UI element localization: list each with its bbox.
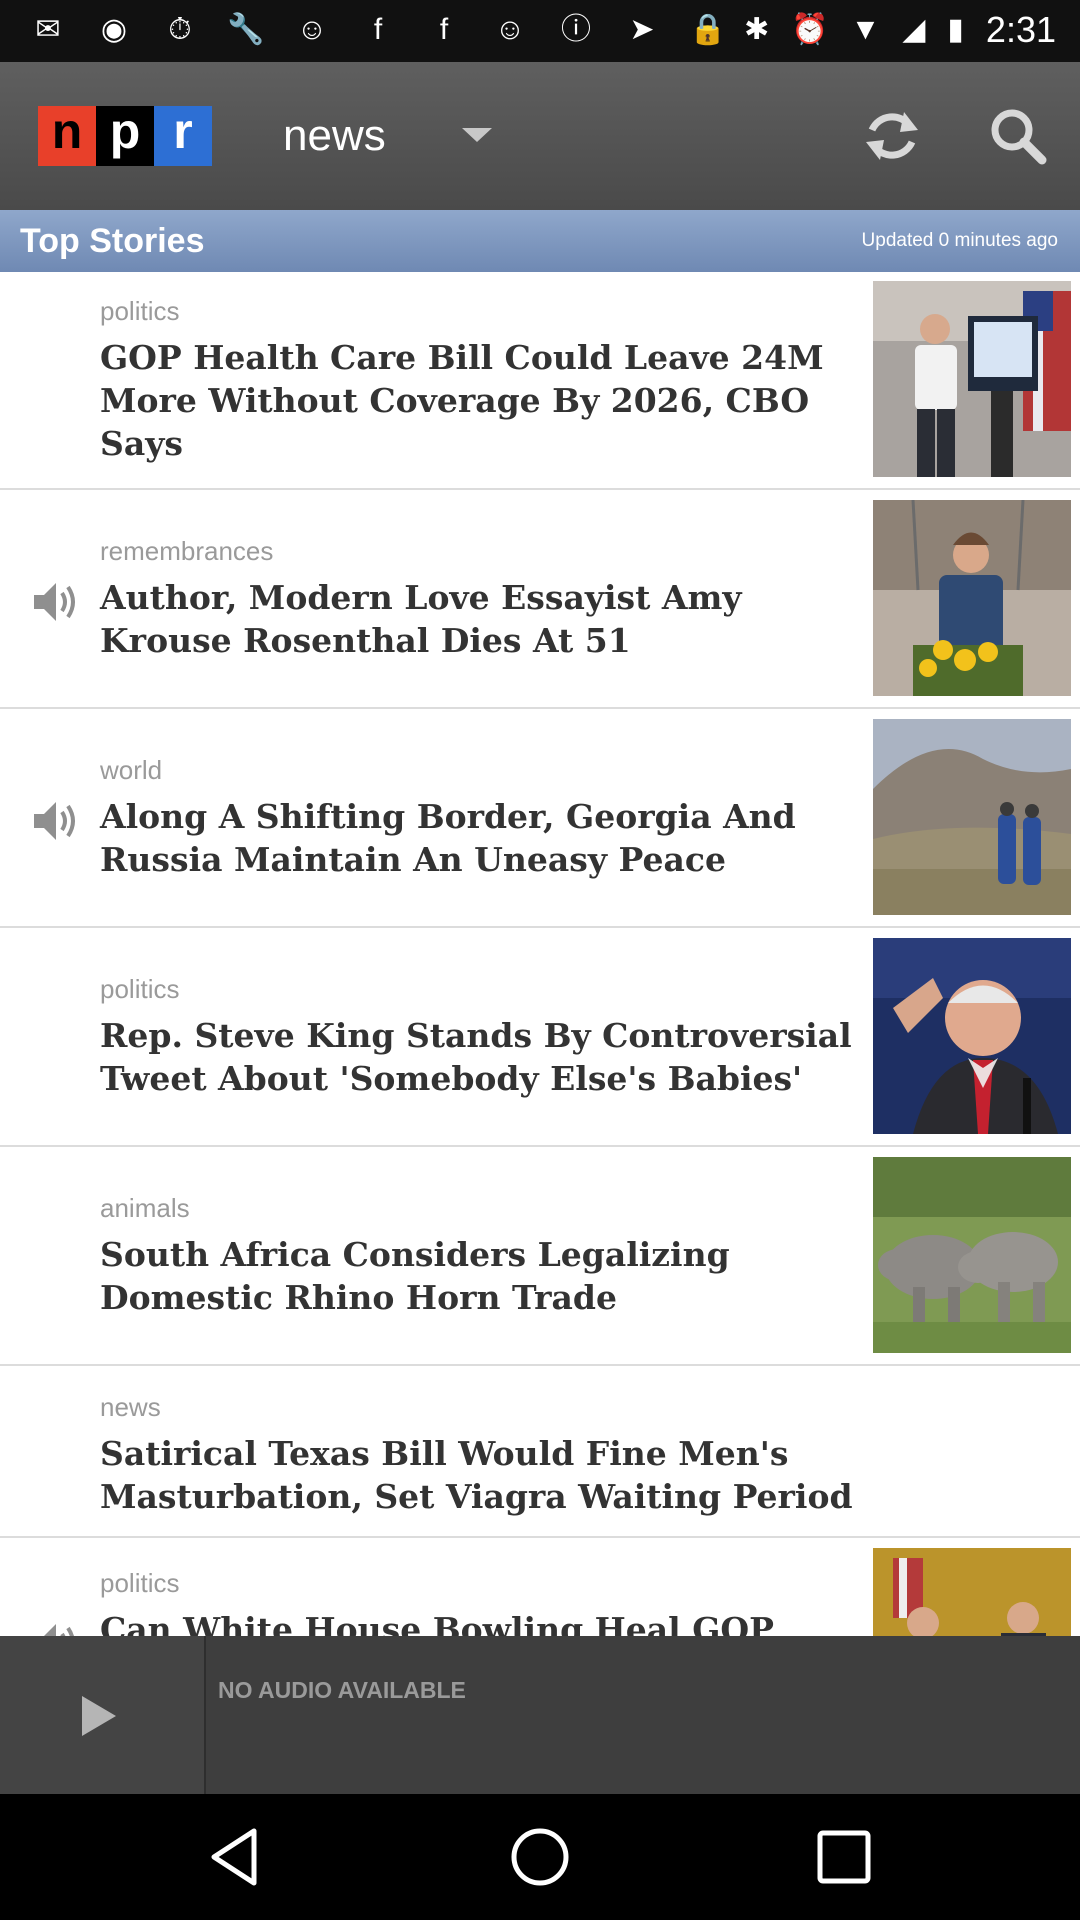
story-category: politics bbox=[100, 974, 180, 1004]
story-row[interactable]: remembrances Author, Modern Love Essayis… bbox=[0, 490, 1080, 709]
logo-letter-p: p bbox=[96, 103, 154, 166]
story-category: remembrances bbox=[100, 536, 274, 566]
search-icon[interactable] bbox=[986, 104, 1050, 168]
story-list[interactable]: politics GOP Health Care Bill Could Leav… bbox=[0, 272, 1080, 1636]
story-headline[interactable]: Author, Modern Love Essayist Amy Krouse … bbox=[100, 576, 860, 662]
facebook-icon: f bbox=[373, 13, 383, 46]
status-bar: ✉ ◉ ⏱ 🔧 ☺ f f ☺ ⓘ ➤ 🔒 ✱ ⏰ ▼ ◢ ▮ 2:31 bbox=[0, 0, 1080, 62]
congressman-photo bbox=[873, 938, 1071, 1134]
fake-gps-icon: ➤ bbox=[629, 13, 655, 46]
smiley-icon: ☺ bbox=[296, 13, 328, 46]
border-landscape-photo bbox=[873, 719, 1071, 915]
story-row[interactable]: world Along A Shifting Border, Georgia A… bbox=[0, 709, 1080, 928]
info-icon: ⓘ bbox=[561, 13, 591, 46]
home-icon[interactable] bbox=[504, 1821, 576, 1893]
woman-with-flowers-photo bbox=[873, 500, 1071, 696]
story-category: politics bbox=[100, 296, 180, 326]
section-selector[interactable]: news bbox=[283, 106, 386, 166]
story-row[interactable]: politics Rep. Steve King Stands By Contr… bbox=[0, 928, 1080, 1147]
updated-timestamp: Updated 0 minutes ago bbox=[861, 230, 1058, 251]
story-category: world bbox=[100, 755, 163, 785]
top-stories-title: Top Stories bbox=[20, 222, 205, 260]
story-row[interactable]: animals South Africa Considers Legalizin… bbox=[0, 1147, 1080, 1366]
signal-icon: ◢ bbox=[902, 13, 926, 46]
play-icon bbox=[82, 1696, 116, 1736]
story-category: politics bbox=[100, 1568, 180, 1598]
bluetooth-icon: ✱ bbox=[744, 13, 770, 46]
battery-icon: ▮ bbox=[947, 13, 964, 46]
logo-letter-n: n bbox=[38, 103, 96, 166]
audio-speaker-icon[interactable] bbox=[30, 1618, 80, 1636]
top-stories-header: Top Stories Updated 0 minutes ago bbox=[0, 210, 1080, 272]
alarm-icon: ⏰ bbox=[791, 13, 829, 46]
story-row[interactable]: news Satirical Texas Bill Would Fine Men… bbox=[0, 1366, 1080, 1538]
man-with-screen-photo bbox=[873, 281, 1071, 477]
story-row[interactable]: politics Can White House Bowling Heal GO… bbox=[0, 1538, 1080, 1636]
system-navigation-bar bbox=[0, 1794, 1080, 1920]
npr-logo[interactable]: n p r bbox=[38, 103, 212, 166]
smiley-icon: ☺ bbox=[494, 13, 526, 46]
recent-apps-icon[interactable] bbox=[808, 1821, 880, 1893]
story-headline[interactable]: Can White House Bowling Heal GOP bbox=[100, 1608, 860, 1636]
chevron-down-icon[interactable] bbox=[462, 128, 492, 142]
story-headline[interactable]: Along A Shifting Border, Georgia And Rus… bbox=[100, 795, 860, 881]
story-row[interactable]: politics GOP Health Care Bill Could Leav… bbox=[0, 272, 1080, 490]
story-headline[interactable]: Satirical Texas Bill Would Fine Men's Ma… bbox=[100, 1432, 880, 1518]
clock: 2:31 bbox=[985, 9, 1056, 50]
refresh-icon[interactable] bbox=[860, 104, 924, 168]
white-house-photo bbox=[873, 1548, 1071, 1636]
wrench-icon: 🔧 bbox=[227, 13, 265, 46]
wifi-icon: ▼ bbox=[850, 13, 881, 46]
logo-letter-r: r bbox=[154, 103, 212, 166]
player-status: NO AUDIO AVAILABLE bbox=[218, 1677, 466, 1703]
audio-speaker-icon[interactable] bbox=[30, 577, 80, 627]
story-headline[interactable]: Rep. Steve King Stands By Controversial … bbox=[100, 1014, 860, 1100]
notification-icons: ✉ ◉ ⏱ 🔧 ☺ f f ☺ ⓘ ➤ 🔒 bbox=[28, 10, 728, 50]
audio-speaker-icon[interactable] bbox=[30, 796, 80, 846]
record-icon: ◉ bbox=[100, 13, 128, 46]
story-category: news bbox=[100, 1392, 161, 1422]
back-icon[interactable] bbox=[200, 1821, 272, 1893]
app-bar: n p r news bbox=[0, 62, 1080, 210]
play-button[interactable] bbox=[0, 1636, 206, 1794]
rhinos-photo bbox=[873, 1157, 1071, 1353]
story-headline[interactable]: South Africa Considers Legalizing Domest… bbox=[100, 1233, 860, 1319]
story-headline[interactable]: GOP Health Care Bill Could Leave 24M Mor… bbox=[100, 336, 860, 465]
lock-icon: 🔒 bbox=[689, 13, 727, 46]
timer-icon: ⏱ bbox=[168, 13, 192, 46]
system-icons: ✱ ⏰ ▼ ◢ ▮ 2:31 bbox=[744, 10, 1056, 50]
messages-icon: ✉ bbox=[35, 13, 61, 46]
audio-player-bar: NO AUDIO AVAILABLE bbox=[0, 1636, 1080, 1794]
story-category: animals bbox=[100, 1193, 190, 1223]
facebook-icon: f bbox=[439, 13, 449, 46]
